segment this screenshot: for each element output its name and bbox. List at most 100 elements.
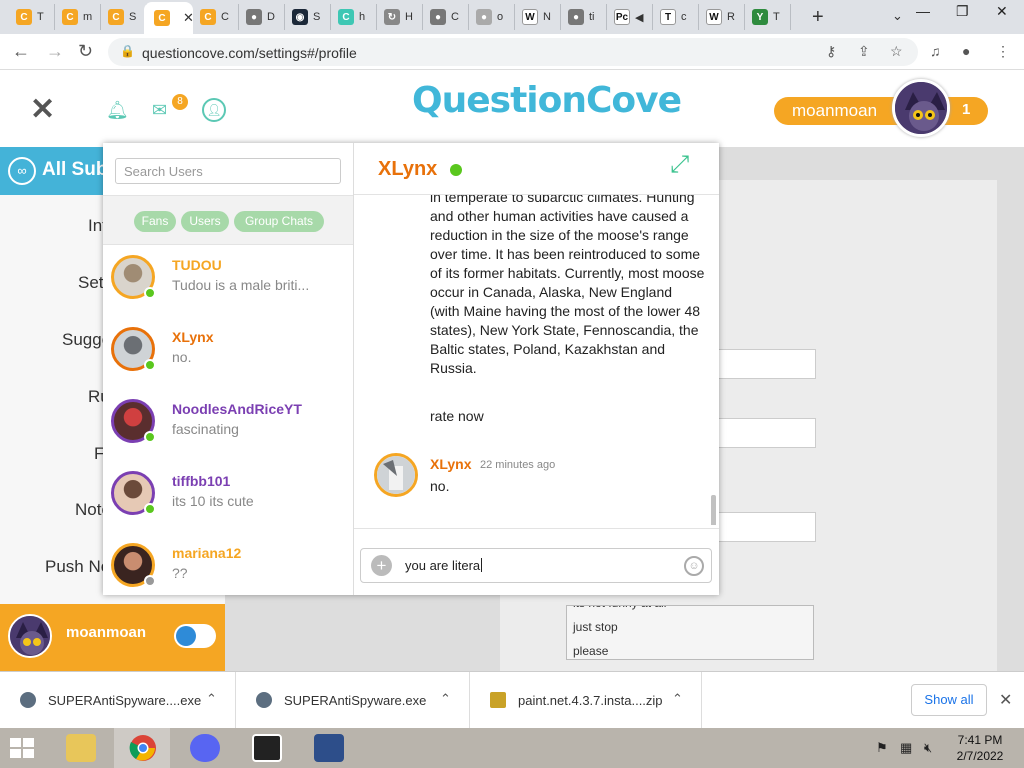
address-bar[interactable]: 🔒 questioncove.com/settings#/profile	[108, 38, 918, 66]
chevron-up-icon[interactable]: ⌃	[206, 691, 217, 707]
emoji-icon[interactable]: ☺	[684, 556, 704, 576]
chevron-up-icon[interactable]: ⌃	[440, 691, 451, 707]
browser-tab[interactable]: ● ti	[558, 4, 607, 30]
url-text[interactable]: questioncove.com/settings#/profile	[142, 45, 357, 61]
minimize-icon[interactable]: —	[916, 3, 930, 19]
avatar[interactable]	[374, 453, 418, 497]
reload-icon[interactable]: ↻	[78, 41, 93, 62]
expand-icon[interactable]: ⤢	[670, 151, 689, 179]
download-item[interactable]: paint.net.4.3.7.insta....zip ⌃	[470, 672, 702, 729]
message-input[interactable]: + you are litera ☺	[360, 548, 712, 583]
plus-icon[interactable]: +	[371, 555, 392, 576]
share-icon[interactable]: ⇪	[858, 43, 870, 60]
browser-tab[interactable]: ◉ S	[282, 4, 331, 30]
windows-start-icon[interactable]	[8, 736, 36, 760]
browser-tab[interactable]: CT	[6, 4, 55, 30]
browser-tab[interactable]: Tc	[650, 4, 699, 30]
chrome-app[interactable]	[114, 728, 170, 768]
browser-tab[interactable]: C ✕	[144, 2, 193, 34]
bio-textarea[interactable]: its not funny at all just stop please	[566, 605, 814, 660]
bell-icon[interactable]: 🔔︎	[106, 100, 129, 121]
download-item[interactable]: SUPERAntiSpyware....exe ⌃	[0, 672, 236, 729]
mail-icon[interactable]: ✉	[152, 100, 167, 121]
back-icon[interactable]: ←	[12, 41, 30, 62]
tab-title: D	[267, 11, 275, 23]
contact-item[interactable]: XLynx no.	[103, 327, 353, 399]
forward-icon[interactable]: →	[46, 41, 64, 62]
flag-icon[interactable]: ⚑	[876, 740, 888, 756]
download-name[interactable]: SUPERAntiSpyware....exe	[48, 693, 201, 708]
browser-tab[interactable]: Cm	[52, 4, 101, 30]
contact-item[interactable]: mariana12??	[103, 543, 353, 595]
search-users-input[interactable]: Search Users	[115, 158, 341, 184]
contact-last-message: its 10 its cute	[172, 493, 254, 509]
close-icon[interactable]: ✕	[30, 92, 55, 127]
tab-favicon-icon: Pc	[614, 9, 630, 25]
peer-name[interactable]: XLynx	[378, 158, 437, 181]
sidebar-item-settings[interactable]: Set	[78, 273, 104, 293]
filter-users[interactable]: Users	[181, 211, 229, 232]
browser-tab[interactable]: ● C	[420, 4, 469, 30]
filter-group-chats[interactable]: Group Chats	[234, 211, 324, 232]
media-icon[interactable]: ♫	[930, 43, 941, 59]
system-clock[interactable]: 7:41 PM 2/7/2022	[950, 732, 1010, 764]
filter-fans[interactable]: Fans	[134, 211, 176, 232]
volume-muted-icon[interactable]: 🔇︎	[924, 740, 932, 756]
show-all-button[interactable]: Show all	[911, 684, 987, 716]
toggle-knob	[176, 626, 196, 646]
browser-tab[interactable]: ↻ H	[374, 4, 423, 30]
account-icon[interactable]: ●	[962, 43, 970, 59]
7zip-app[interactable]	[238, 728, 294, 768]
download-item[interactable]: SUPERAntiSpyware.exe ⌃	[236, 672, 470, 729]
contact-item[interactable]: TUDOU Tudou is a male briti...	[103, 255, 353, 327]
contact-item[interactable]: tiffbb101 its 10 its cute	[103, 471, 353, 543]
user-pill[interactable]: moanmoan 1	[774, 97, 988, 125]
browser-tab-strip: C T Cm C S C ✕ C C ● D ◉ S Ch ↻ H ● C ● o W N ● ti Pc ◀ Tc W R Y T + ⌄ — ❐…	[0, 0, 1024, 34]
star-icon[interactable]: ☆	[890, 43, 903, 60]
browser-tab[interactable]: YT	[742, 4, 791, 30]
discord-app[interactable]	[176, 728, 232, 768]
tab-title: T	[37, 11, 44, 23]
browser-tab[interactable]: Pc ◀	[604, 4, 653, 30]
window-close-icon[interactable]: ✕	[996, 3, 1008, 20]
chevron-up-icon[interactable]: ⌃	[672, 691, 683, 707]
avatar[interactable]	[892, 79, 950, 137]
avatar[interactable]	[8, 614, 52, 658]
all-subjects-label: All Sub	[42, 159, 108, 180]
browser-tab[interactable]: ● o	[466, 4, 515, 30]
file-explorer-app[interactable]	[52, 728, 108, 768]
download-name[interactable]: SUPERAntiSpyware.exe	[284, 693, 426, 708]
mail-badge: 8	[172, 94, 188, 110]
status-toggle[interactable]	[174, 624, 216, 648]
profile-icon[interactable]: 👤︎	[202, 98, 226, 122]
tab-favicon-icon: ●	[476, 9, 492, 25]
tab-favicon-icon: C	[338, 9, 354, 25]
bio-line: please	[573, 644, 609, 658]
browser-tab[interactable]: ● D	[236, 4, 285, 30]
username[interactable]: moanmoan	[792, 101, 877, 121]
network-icon[interactable]: ▦	[900, 740, 912, 756]
browser-tab[interactable]: WR	[696, 4, 745, 30]
paint-net-app[interactable]	[300, 728, 356, 768]
tab-title: C	[221, 11, 229, 23]
browser-tab[interactable]: CS	[98, 4, 147, 30]
key-icon[interactable]: ⚷	[826, 43, 836, 60]
sidebar-item-push-notifications[interactable]: Push No	[45, 557, 110, 577]
browser-tab[interactable]: CC	[190, 4, 239, 30]
site-logo[interactable]: QuestionCove	[412, 80, 682, 121]
browser-tab[interactable]: Ch	[328, 4, 377, 30]
menu-icon[interactable]: ⋮	[996, 43, 1010, 60]
message-sender[interactable]: XLynx	[430, 456, 472, 472]
message-input-text[interactable]: you are litera	[405, 558, 483, 573]
lock-icon[interactable]: 🔒	[120, 44, 135, 58]
browser-tab[interactable]: WN	[512, 4, 561, 30]
close-icon[interactable]: ✕	[999, 690, 1012, 710]
site-header: ✕ 🔔︎ ✉ 8 👤︎ QuestionCove moanmoan 1	[0, 70, 1024, 147]
download-name[interactable]: paint.net.4.3.7.insta....zip	[518, 693, 663, 708]
new-tab-button[interactable]: +	[812, 6, 824, 29]
scrollbar[interactable]	[711, 495, 716, 525]
tab-title: C	[451, 11, 459, 23]
tab-search-icon[interactable]: ⌄	[892, 8, 903, 24]
restore-icon[interactable]: ❐	[956, 3, 969, 20]
contact-item[interactable]: NoodlesAndRiceYT fascinating	[103, 399, 353, 471]
